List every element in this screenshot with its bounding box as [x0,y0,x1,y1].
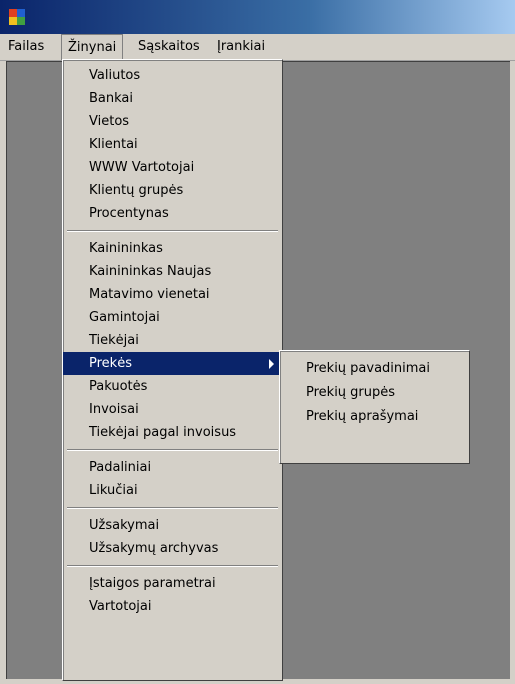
app-icon-quad [17,17,25,25]
submenu-arrow-icon [269,359,274,369]
menu-item-label: Kainininkas [89,241,163,256]
menu-zinynai[interactable]: Žinynai [61,34,124,60]
menu-separator [63,225,282,237]
menu-item-label: Likučiai [89,483,138,498]
menu-item-label: Vietos [89,114,130,129]
app-icon[interactable] [9,9,25,25]
submenu-item-label: Prekių grupės [306,385,396,400]
menu-item-label: Klientų grupės [89,183,184,198]
menu-item-label: Bankai [89,91,134,106]
menu-item-label: Valiutos [89,68,141,83]
menu-item[interactable]: Padaliniai [63,456,282,479]
menu-item[interactable]: Valiutos [63,64,282,87]
menu-item[interactable]: Procentynas [63,202,282,225]
menu-item-label: Gamintojai [89,310,160,325]
prekes-submenu: Prekių pavadinimai Prekių grupės Prekių ap… [279,350,470,464]
menu-separator [63,444,282,456]
menu-item-label: Tiekėjai pagal invoisus [89,425,237,440]
application-window: Failas Žinynai Sąskaitos Įrankiai Valiut… [0,0,515,684]
menu-item[interactable]: Prekės [63,352,282,375]
menu-saskaitos[interactable]: Sąskaitos [132,34,206,60]
submenu-item[interactable]: Prekių aprašymai [280,405,469,429]
submenu-item[interactable]: Prekių pavadinimai [280,357,469,381]
menu-item[interactable]: Bankai [63,87,282,110]
menu-item-label: Užsakymų archyvas [89,541,219,556]
menu-item[interactable]: Įstaigos parametrai [63,572,282,595]
menu-item[interactable]: Užsakymų archyvas [63,537,282,560]
app-icon-quad [17,9,25,17]
menu-item[interactable]: Likučiai [63,479,282,502]
submenu-item[interactable]: Prekių grupės [280,381,469,405]
menu-item-label: Pakuotės [89,379,148,394]
menu-item[interactable]: Kainininkas [63,237,282,260]
menu-item[interactable]: Gamintojai [63,306,282,329]
menu-item-label: Procentynas [89,206,169,221]
menu-irankiai[interactable]: Įrankiai [211,34,271,60]
app-icon-quad [9,17,17,25]
menu-item-label: Matavimo vienetai [89,287,210,302]
app-icon-quad [9,9,17,17]
menu-item[interactable]: Klientai [63,133,282,156]
menu-item-label: Tiekėjai [89,333,139,348]
menu-item[interactable]: Klientų grupės [63,179,282,202]
menu-item-label: Klientai [89,137,138,152]
menu-item[interactable]: Užsakymai [63,514,282,537]
menu-item[interactable]: Tiekėjai pagal invoisus [63,421,282,444]
menu-failas[interactable]: Failas [2,34,50,60]
zinynai-dropdown-menu: Valiutos Bankai Vietos Klientai WWW Vartotoj… [62,59,283,681]
submenu-item-label: Prekių pavadinimai [306,361,431,376]
menu-item-label: Užsakymai [89,518,160,533]
title-bar[interactable] [0,0,515,34]
menu-item[interactable]: Vartotojai [63,595,282,618]
menu-item[interactable]: Pakuotės [63,375,282,398]
menu-item-label: Vartotojai [89,599,152,614]
menu-bar: Failas Žinynai Sąskaitos Įrankiai [0,34,515,61]
menu-item[interactable]: Vietos [63,110,282,133]
menu-item[interactable]: WWW Vartotojai [63,156,282,179]
submenu-item-label: Prekių aprašymai [306,409,419,424]
menu-item[interactable]: Invoisai [63,398,282,421]
menu-separator [63,502,282,514]
menu-item[interactable]: Tiekėjai [63,329,282,352]
menu-item-label: Invoisai [89,402,139,417]
menu-item[interactable]: Kainininkas Naujas [63,260,282,283]
menu-item-label: Padaliniai [89,460,152,475]
menu-item[interactable]: Matavimo vienetai [63,283,282,306]
menu-item-label: Prekės [89,356,132,371]
menu-separator [63,560,282,572]
menu-item-label: Kainininkas Naujas [89,264,212,279]
menu-item-label: WWW Vartotojai [89,160,195,175]
menu-item-label: Įstaigos parametrai [89,576,216,591]
